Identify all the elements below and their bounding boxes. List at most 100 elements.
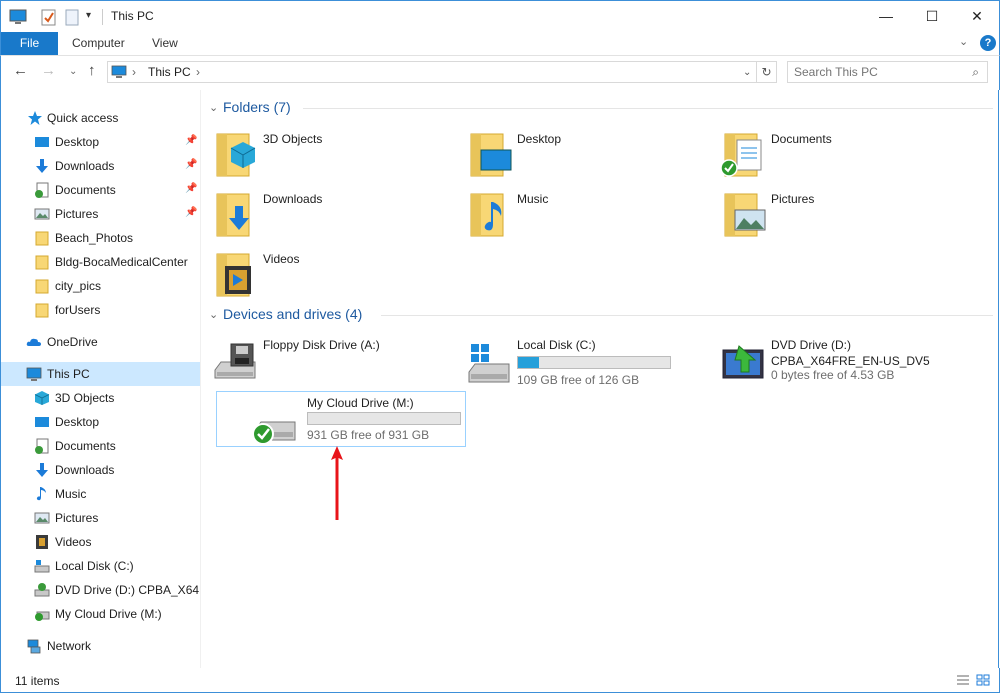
dvd-drive-icon [722, 345, 764, 379]
window-title: This PC [111, 9, 154, 23]
folder-icon [35, 255, 49, 270]
sidebar-item-onedrive[interactable]: OneDrive [1, 330, 200, 354]
sidebar-item-label: This PC [47, 367, 90, 381]
drive-tile-floppy[interactable]: Floppy Disk Drive (A:) [205, 336, 455, 392]
breadcrumb-separator-icon: › [132, 65, 136, 79]
details-view-icon[interactable] [956, 674, 970, 686]
downloads-folder-icon [216, 193, 250, 237]
sidebar-item-pictures-quick[interactable]: Pictures 📌 [1, 202, 200, 226]
sidebar-item-label: Desktop [55, 135, 100, 149]
network-icon [27, 639, 41, 654]
search-box[interactable]: ⌕ [787, 61, 988, 83]
star-icon [28, 111, 42, 125]
drive-tile-local-disk[interactable]: Local Disk (C:) 109 GB free of 126 GB [459, 336, 709, 392]
sidebar-item-3d-objects[interactable]: 3D Objects [1, 386, 200, 410]
sidebar-item-quick-access[interactable]: Quick access [1, 106, 200, 130]
sidebar-item-city-pics[interactable]: city_pics [1, 274, 200, 298]
free-space-text: 0 bytes free of 4.53 GB [771, 368, 895, 382]
sidebar-item-label: Videos [55, 535, 92, 549]
folder-tile-documents[interactable]: Documents [713, 126, 963, 182]
recent-locations-icon[interactable]: ⌄ [69, 66, 77, 77]
refresh-button[interactable]: ↻ [757, 61, 777, 83]
sidebar-item-beach-photos[interactable]: Beach_Photos [1, 226, 200, 250]
tab-file[interactable]: File [1, 32, 58, 55]
quick-access-dropdown-icon[interactable]: ▾ [86, 10, 91, 28]
sidebar-item-dvd-drive[interactable]: DVD Drive (D:) CPBA_X64FRE_EN-US_DV5 [1, 578, 200, 602]
maximize-button[interactable]: ☐ [909, 1, 955, 32]
item-count: 11 items [15, 674, 60, 688]
folder-tile-music[interactable]: Music [459, 186, 709, 242]
sidebar-item-label: Downloads [55, 159, 115, 173]
back-button[interactable]: ← [13, 62, 28, 79]
folder-tile-downloads[interactable]: Downloads [205, 186, 455, 242]
tab-computer[interactable]: Computer [72, 32, 125, 55]
folder-tile-3d-objects[interactable]: 3D Objects [205, 126, 455, 182]
sidebar-item-documents-quick[interactable]: Documents 📌 [1, 178, 200, 202]
drive-tile-cloud[interactable]: My Cloud Drive (M:) 931 GB free of 931 G… [216, 391, 466, 447]
sidebar-item-music[interactable]: Music [1, 482, 200, 506]
sidebar-item-forusers[interactable]: forUsers [1, 298, 200, 322]
sidebar-item-videos[interactable]: Videos [1, 530, 200, 554]
sidebar-item-label: Documents [55, 439, 116, 453]
sidebar-item-downloads-quick[interactable]: Downloads 📌 [1, 154, 200, 178]
free-space-text: 931 GB free of 931 GB [307, 428, 430, 442]
sidebar-item-this-pc[interactable]: This PC [1, 362, 200, 386]
expand-ribbon-icon[interactable]: ⌄ [959, 35, 968, 48]
sidebar-item-bldg-boca[interactable]: Bldg-BocaMedicalCenter [1, 250, 200, 274]
minimize-button[interactable]: — [863, 1, 909, 32]
videos-folder-icon [216, 253, 251, 297]
sidebar-item-label: 3D Objects [55, 391, 115, 405]
new-folder-icon[interactable] [65, 8, 79, 26]
search-icon[interactable]: ⌕ [972, 65, 979, 80]
sidebar-item-label: Beach_Photos [55, 231, 134, 245]
folders-group-header[interactable]: ⌄ Folders (7) [207, 99, 995, 119]
help-icon[interactable]: ? [980, 35, 996, 51]
address-dropdown-icon[interactable]: ⌄ [743, 67, 751, 78]
folder-tile-videos[interactable]: Videos [205, 246, 455, 302]
properties-icon[interactable] [41, 8, 57, 26]
sidebar-item-desktop-quick[interactable]: Desktop 📌 [1, 130, 200, 154]
folder-tile-desktop[interactable]: Desktop [459, 126, 709, 182]
tile-label: Downloads [263, 192, 323, 206]
up-button[interactable]: ↑ [88, 62, 96, 79]
sidebar-item-pictures[interactable]: Pictures [1, 506, 200, 530]
sidebar-item-desktop[interactable]: Desktop [1, 410, 200, 434]
pin-icon[interactable]: 📌 [185, 135, 197, 146]
tile-label: Pictures [771, 192, 815, 206]
drive-tile-dvd[interactable]: DVD Drive (D:) CPBA_X64FRE_EN-US_DV5 0 b… [713, 336, 993, 392]
floppy-drive-icon [214, 343, 256, 379]
navigation-bar: ← → ⌄ ↑ › This PC › ⌄ ↻ ⌕ [0, 56, 1000, 90]
tile-label: My Cloud Drive (M:) [307, 396, 414, 410]
3d-objects-folder-icon [216, 133, 256, 177]
sidebar-item-downloads[interactable]: Downloads [1, 458, 200, 482]
pin-icon[interactable]: 📌 [185, 183, 197, 194]
pin-icon[interactable]: 📌 [185, 159, 197, 170]
sidebar-item-documents[interactable]: Documents [1, 434, 200, 458]
breadcrumb-chevron-icon[interactable]: › [196, 65, 200, 79]
downloads-icon [36, 463, 48, 477]
drives-group-header[interactable]: ⌄ Devices and drives (4) [207, 306, 995, 326]
documents-icon [35, 182, 49, 198]
desktop-icon [35, 137, 49, 147]
folder-tile-pictures[interactable]: Pictures [713, 186, 963, 242]
sidebar-item-local-disk[interactable]: Local Disk (C:) [1, 554, 200, 578]
group-title: Folders (7) [223, 99, 291, 115]
collapse-chevron-icon[interactable]: ⌄ [209, 308, 218, 321]
collapse-chevron-icon[interactable]: ⌄ [209, 101, 218, 114]
local-disk-icon [468, 344, 510, 383]
breadcrumb-this-pc[interactable]: This PC [148, 65, 191, 79]
videos-icon [36, 535, 48, 549]
tab-view[interactable]: View [152, 32, 178, 55]
pin-icon[interactable]: 📌 [185, 207, 197, 218]
this-pc-icon [9, 9, 27, 24]
large-icons-view-icon[interactable] [976, 674, 990, 686]
usage-bar [307, 412, 461, 425]
close-button[interactable]: ✕ [954, 1, 1000, 32]
pictures-icon [34, 208, 50, 220]
address-bar[interactable]: › This PC › ⌄ [107, 61, 757, 83]
sidebar-item-label: city_pics [55, 279, 102, 293]
sidebar-item-cloud-drive[interactable]: My Cloud Drive (M:) [1, 602, 200, 626]
search-input[interactable] [794, 65, 964, 79]
forward-button[interactable]: → [41, 62, 56, 79]
sidebar-item-network[interactable]: Network [1, 634, 200, 658]
